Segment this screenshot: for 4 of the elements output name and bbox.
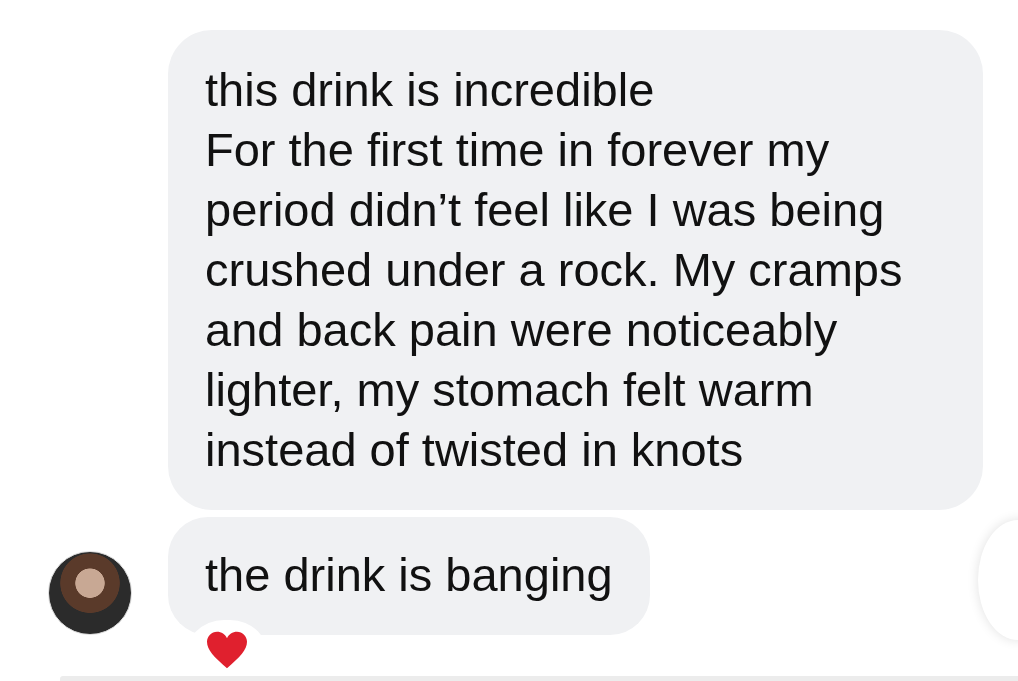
message-text: For the first time in forever my period didn’t feel like I was being crushed under a rock. My cramps and back pain were noticeably lighter, my stomach felt warm instead of twisted in knots — [205, 122, 904, 478]
message-text: this drink is incredible — [205, 62, 656, 118]
message-text: the drink is banging — [205, 547, 613, 603]
heart-icon — [205, 630, 249, 670]
